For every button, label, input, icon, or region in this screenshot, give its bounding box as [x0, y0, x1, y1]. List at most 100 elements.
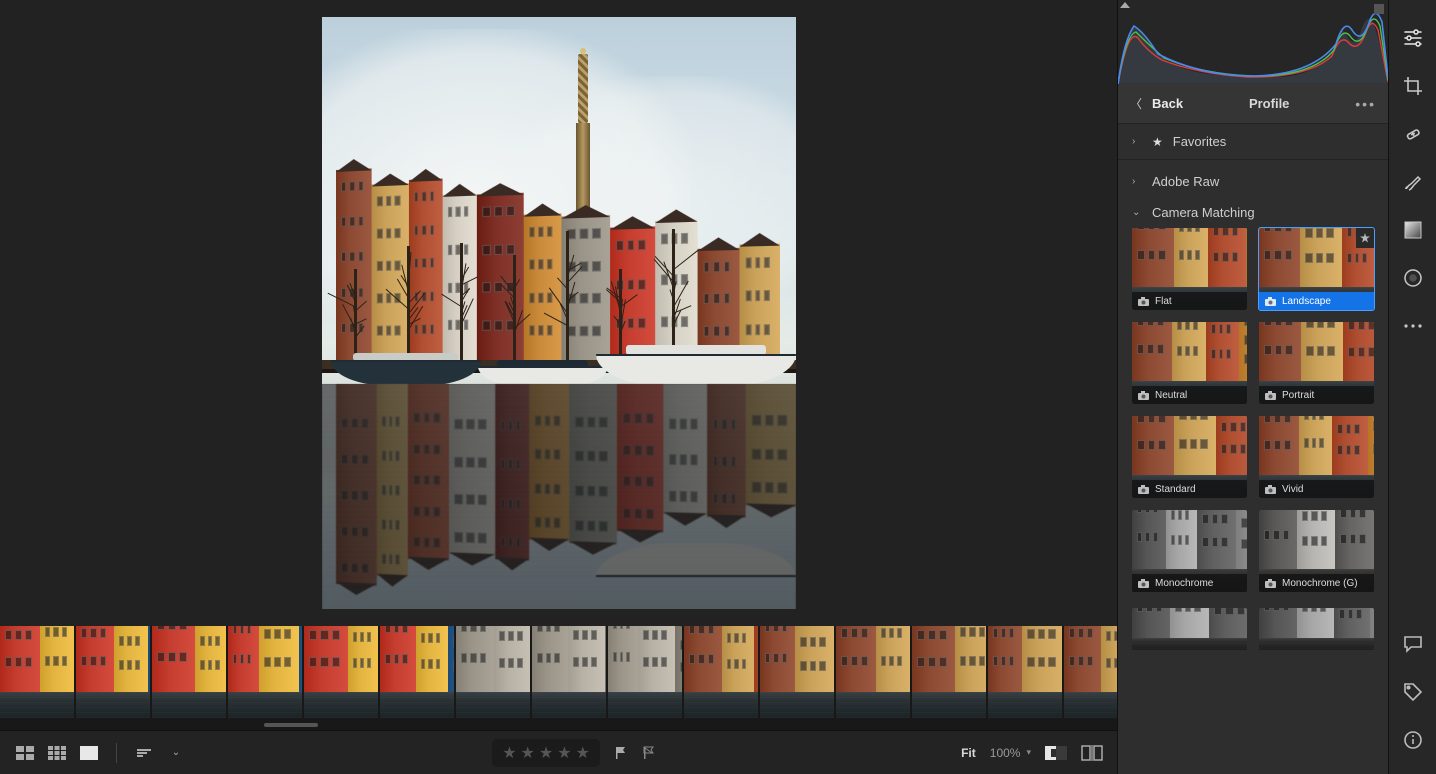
profile-label: Portrait	[1282, 390, 1314, 401]
flag-pick-button[interactable]	[614, 746, 628, 760]
fit-button[interactable]: Fit	[961, 746, 976, 760]
filmstrip-scrollbar[interactable]	[0, 720, 1117, 730]
star-rating[interactable]: ★ ★ ★ ★ ★	[492, 739, 600, 767]
section-label: Camera Matching	[1152, 205, 1255, 220]
profile-card-neutral[interactable]: Neutral	[1132, 322, 1247, 404]
star-3[interactable]: ★	[539, 743, 553, 763]
profile-card-monochrome[interactable]: Monochrome	[1132, 510, 1247, 592]
brush-tool[interactable]	[1389, 158, 1436, 206]
star-5[interactable]: ★	[576, 743, 590, 763]
sort-button[interactable]	[133, 744, 155, 762]
profile-label: Standard	[1155, 484, 1196, 495]
zoom-button[interactable]: 100% ▾	[990, 746, 1031, 760]
info-button[interactable]	[1389, 716, 1436, 764]
filmstrip-thumb[interactable]	[608, 626, 682, 718]
zoom-value: 100%	[990, 746, 1021, 760]
filmstrip-thumb[interactable]	[532, 626, 606, 718]
camera-icon	[1138, 297, 1149, 306]
filmstrip-scroll-thumb[interactable]	[264, 723, 318, 727]
compare-button[interactable]	[1081, 745, 1103, 761]
bottom-bar: ⌄ ★ ★ ★ ★ ★	[0, 730, 1117, 774]
tool-rail	[1388, 0, 1436, 774]
filmstrip-thumb[interactable]	[684, 626, 758, 718]
main-photo	[322, 17, 796, 609]
profile-card-standard[interactable]: Standard	[1132, 416, 1247, 498]
image-stage[interactable]	[0, 0, 1117, 626]
flag-reject-button[interactable]	[642, 746, 656, 760]
filmstrip-thumb[interactable]	[988, 626, 1062, 718]
filmstrip-thumb[interactable]	[76, 626, 150, 718]
camera-icon	[1138, 391, 1149, 400]
filmstrip-thumb[interactable]	[836, 626, 910, 718]
camera-icon	[1265, 391, 1276, 400]
edit-tool[interactable]	[1389, 14, 1436, 62]
view-original-button[interactable]	[1045, 746, 1067, 760]
profile-label: Neutral	[1155, 390, 1187, 401]
filmstrip-thumb[interactable]	[304, 626, 378, 718]
section-camera-matching[interactable]: ⌄ Camera Matching	[1118, 199, 1388, 228]
section-favorites[interactable]: › ★ Favorites	[1118, 124, 1388, 159]
healing-tool[interactable]	[1389, 110, 1436, 158]
profile-card-landscape[interactable]: Landscape	[1259, 228, 1374, 310]
filmstrip-thumb[interactable]	[912, 626, 986, 718]
filmstrip-thumb[interactable]	[0, 626, 74, 718]
section-adobe-raw[interactable]: › Adobe Raw	[1118, 164, 1388, 199]
star-icon: ★	[1152, 135, 1163, 149]
filmstrip-thumb[interactable]	[456, 626, 530, 718]
linear-gradient-tool[interactable]	[1389, 206, 1436, 254]
camera-icon	[1265, 485, 1276, 494]
chevron-down-icon: ▾	[1026, 747, 1031, 758]
chevron-right-icon: ›	[1132, 136, 1142, 147]
profile-card-partial[interactable]	[1259, 608, 1374, 650]
back-label[interactable]: Back	[1152, 96, 1183, 111]
filmstrip-thumb[interactable]	[380, 626, 454, 718]
keywords-button[interactable]	[1389, 668, 1436, 716]
section-label: Adobe Raw	[1152, 174, 1219, 189]
filmstrip-thumb[interactable]	[1064, 626, 1117, 718]
back-button[interactable]: 〈	[1130, 95, 1142, 112]
profile-card-flat[interactable]: Flat	[1132, 228, 1247, 310]
profile-title: Profile	[1193, 96, 1345, 111]
star-4[interactable]: ★	[557, 743, 571, 763]
crop-tool[interactable]	[1389, 62, 1436, 110]
profile-header: 〈 Back Profile •••	[1118, 84, 1388, 124]
view-mode-group: ⌄	[14, 743, 187, 763]
right-panel: 〈 Back Profile ••• › ★ Favorites › Adobe…	[1117, 0, 1388, 774]
profile-card-portrait[interactable]: Portrait	[1259, 322, 1374, 404]
profile-label: Landscape	[1282, 296, 1331, 307]
clipping-indicator[interactable]	[1374, 4, 1384, 14]
chevron-down-icon: ⌄	[1132, 207, 1142, 218]
divider	[116, 743, 117, 763]
filmstrip-viewport[interactable]	[0, 626, 1117, 718]
radial-gradient-tool[interactable]	[1389, 254, 1436, 302]
sort-direction-button[interactable]: ⌄	[165, 744, 187, 762]
profile-card-partial[interactable]	[1132, 608, 1247, 650]
star-1[interactable]: ★	[502, 743, 516, 763]
star-2[interactable]: ★	[521, 743, 535, 763]
profile-card-vivid[interactable]: Vivid	[1259, 416, 1374, 498]
camera-icon	[1138, 579, 1149, 588]
grid-small-button[interactable]	[46, 744, 68, 762]
more-tools-button[interactable]	[1389, 302, 1436, 350]
app-root: ⌄ ★ ★ ★ ★ ★	[0, 0, 1436, 774]
filmstrip-thumb[interactable]	[152, 626, 226, 718]
profile-label: Flat	[1155, 296, 1172, 307]
profile-label: Monochrome (G)	[1282, 578, 1358, 589]
profile-menu-button[interactable]: •••	[1355, 96, 1376, 112]
main-row: ⌄ ★ ★ ★ ★ ★	[0, 0, 1436, 774]
chevron-right-icon: ›	[1132, 176, 1142, 187]
camera-icon	[1265, 297, 1276, 306]
favorite-toggle[interactable]	[1356, 228, 1374, 248]
profile-browser[interactable]: › ★ Favorites › Adobe Raw ⌄ Camera Match…	[1118, 124, 1388, 774]
stage-column: ⌄ ★ ★ ★ ★ ★	[0, 0, 1117, 774]
filmstrip	[0, 626, 1117, 730]
grid-large-button[interactable]	[14, 744, 36, 762]
filmstrip-thumb[interactable]	[228, 626, 302, 718]
comments-button[interactable]	[1389, 620, 1436, 668]
single-view-button[interactable]	[78, 744, 100, 762]
filmstrip-thumb[interactable]	[760, 626, 834, 718]
histogram[interactable]	[1118, 0, 1388, 84]
zoom-group: Fit 100% ▾	[961, 745, 1103, 761]
profile-grid: Flat Landscape Neutral Portrait Standard Vivi…	[1118, 228, 1388, 608]
profile-card-monochrome-g-[interactable]: Monochrome (G)	[1259, 510, 1374, 592]
